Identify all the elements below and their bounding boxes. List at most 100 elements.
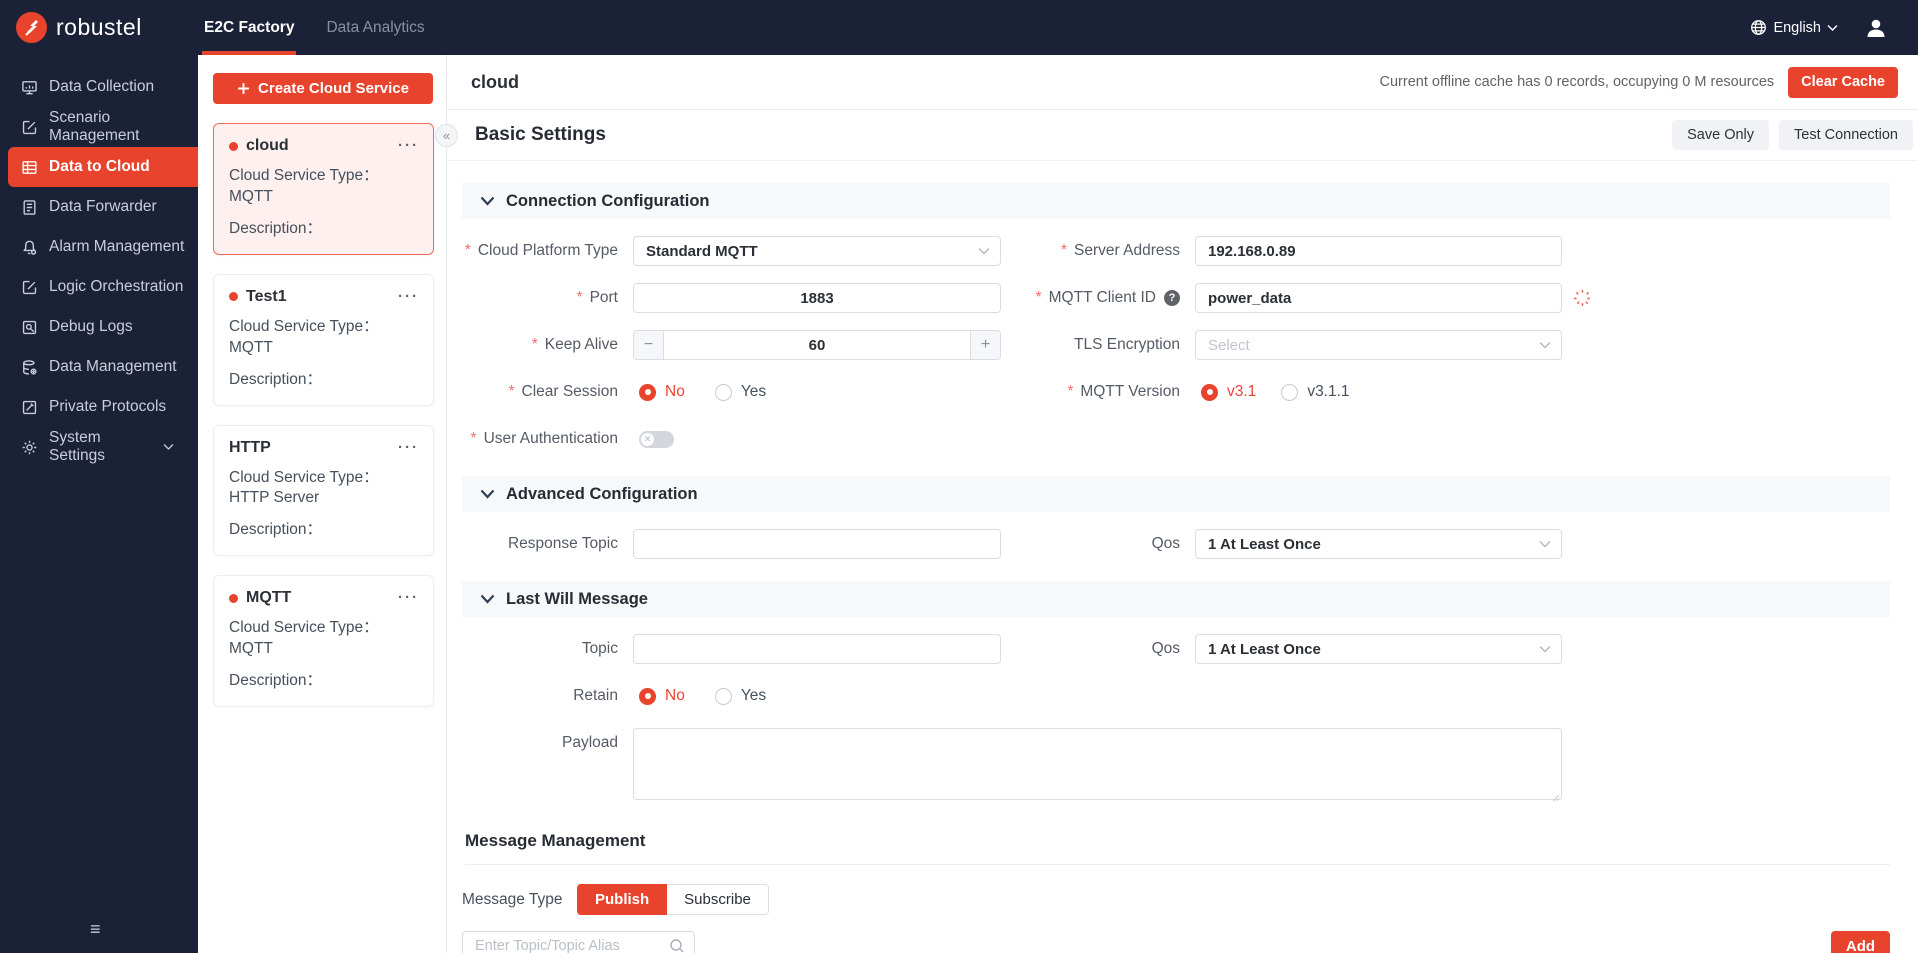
service-card-http[interactable]: HTTP ··· Cloud Service Type： HTTP Server… bbox=[213, 424, 434, 557]
clear-session-radio-group: No Yes bbox=[633, 383, 1001, 401]
section-last-will-message[interactable]: Last Will Message bbox=[462, 581, 1890, 617]
tab-data-analytics[interactable]: Data Analytics bbox=[324, 0, 426, 55]
panel-collapse-button[interactable]: « bbox=[435, 124, 458, 147]
status-dot bbox=[229, 292, 238, 302]
chevron-down-icon bbox=[978, 247, 990, 255]
sidebar-item-data-to-cloud[interactable]: Data to Cloud bbox=[8, 147, 198, 187]
search-icon bbox=[670, 939, 684, 953]
port-input[interactable] bbox=[633, 283, 1001, 313]
add-button[interactable]: Add bbox=[1831, 931, 1890, 953]
save-only-button[interactable]: Save Only bbox=[1672, 120, 1770, 150]
service-card-test1[interactable]: Test1 ··· Cloud Service Type： MQTT Descr… bbox=[213, 273, 434, 406]
service-card-cloud[interactable]: cloud ··· Cloud Service Type： MQTT Descr… bbox=[213, 123, 434, 255]
retain-radio-group: No Yes bbox=[633, 687, 1001, 705]
last-will-qos-select[interactable]: 1 At Least Once bbox=[1195, 634, 1562, 664]
topic-search-input[interactable] bbox=[462, 931, 695, 953]
section-connection-configuration[interactable]: Connection Configuration bbox=[462, 183, 1890, 219]
create-cloud-service-button[interactable]: Create Cloud Service bbox=[213, 73, 433, 104]
payload-label: Payload bbox=[561, 734, 618, 751]
publish-tab[interactable]: Publish bbox=[577, 884, 668, 915]
keep-alive-input[interactable] bbox=[664, 331, 970, 359]
message-type-label: Message Type bbox=[462, 890, 563, 908]
collapse-menu-icon[interactable]: ≡ bbox=[90, 919, 101, 940]
test-connection-button[interactable]: Test Connection bbox=[1779, 120, 1913, 150]
sidebar-item-data-management[interactable]: Data Management bbox=[0, 347, 198, 387]
sidebar-item-private-protocols[interactable]: Private Protocols bbox=[0, 387, 198, 427]
topic-input[interactable] bbox=[633, 634, 1001, 664]
scenario-management-icon bbox=[22, 120, 37, 134]
payload-textarea[interactable] bbox=[633, 728, 1562, 800]
chevron-down-icon bbox=[1539, 540, 1551, 548]
clear-session-label: Clear Session bbox=[521, 383, 619, 400]
logic-orchestration-icon bbox=[22, 280, 37, 294]
server-address-input[interactable] bbox=[1195, 236, 1562, 266]
alarm-management-icon bbox=[23, 240, 37, 255]
data-forwarder-icon bbox=[23, 199, 36, 215]
chevron-down-icon bbox=[480, 196, 495, 206]
card-more-icon[interactable]: ··· bbox=[398, 590, 419, 605]
service-type-value: MQTT bbox=[229, 338, 273, 356]
language-label: English bbox=[1773, 19, 1821, 36]
tls-encryption-label: TLS Encryption bbox=[1074, 336, 1180, 353]
retain-label: Retain bbox=[573, 687, 618, 704]
clear-session-option-yes[interactable]: Yes bbox=[714, 383, 766, 401]
service-type-value: MQTT bbox=[229, 640, 273, 658]
response-topic-input[interactable] bbox=[633, 529, 1001, 559]
top-nav: robustel E2C Factory Data Analytics Engl… bbox=[0, 0, 1918, 55]
sidebar-item-data-forwarder[interactable]: Data Forwarder bbox=[0, 187, 198, 227]
tab-e2c-factory[interactable]: E2C Factory bbox=[202, 0, 297, 55]
status-dot bbox=[229, 593, 238, 603]
qos-select[interactable]: 1 At Least Once bbox=[1195, 529, 1562, 559]
service-type-label: Cloud Service Type： bbox=[229, 167, 379, 184]
clear-cache-button[interactable]: Clear Cache bbox=[1788, 66, 1898, 98]
tls-encryption-select[interactable]: Select bbox=[1195, 330, 1562, 360]
service-name: cloud bbox=[246, 137, 289, 154]
system-settings-icon bbox=[22, 440, 37, 454]
service-description-label: Description： bbox=[229, 219, 323, 237]
sidebar-item-debug-logs[interactable]: Debug Logs bbox=[0, 307, 198, 347]
robustel-logo-icon bbox=[16, 12, 47, 43]
brand-name: robustel bbox=[56, 14, 142, 40]
stepper-plus-button[interactable]: + bbox=[970, 331, 1000, 359]
qos-label: Qos bbox=[1151, 535, 1180, 552]
question-circle-icon[interactable]: ? bbox=[1164, 290, 1180, 306]
mqtt-version-option-v31[interactable]: v3.1 bbox=[1201, 383, 1256, 401]
retain-option-no[interactable]: No bbox=[639, 687, 685, 705]
subscribe-tab[interactable]: Subscribe bbox=[667, 884, 769, 915]
service-card-mqtt[interactable]: MQTT ··· Cloud Service Type： MQTT Descri… bbox=[213, 575, 434, 708]
sidebar-item-logic-orchestration[interactable]: Logic Orchestration bbox=[0, 267, 198, 307]
mqtt-version-option-v311[interactable]: v3.1.1 bbox=[1281, 383, 1350, 401]
user-avatar-icon[interactable] bbox=[1864, 16, 1888, 40]
card-more-icon[interactable]: ··· bbox=[398, 440, 419, 455]
sidebar-item-scenario-management[interactable]: Scenario Management bbox=[0, 107, 198, 147]
sidebar-item-data-collection[interactable]: Data Collection bbox=[0, 67, 198, 107]
mqtt-client-id-input[interactable] bbox=[1195, 283, 1562, 313]
chevron-down-icon bbox=[1827, 24, 1838, 31]
sidebar-item-system-settings[interactable]: System Settings bbox=[0, 427, 198, 467]
chevron-down-icon bbox=[480, 489, 495, 499]
debug-logs-icon bbox=[22, 320, 37, 334]
sparkle-generate-icon[interactable] bbox=[1573, 289, 1592, 308]
stepper-minus-button[interactable]: − bbox=[634, 331, 664, 359]
service-description-label: Description： bbox=[229, 672, 323, 690]
data-management-icon bbox=[23, 359, 37, 375]
server-address-label: Server Address bbox=[1074, 242, 1180, 259]
retain-option-yes[interactable]: Yes bbox=[714, 687, 766, 705]
brand-logo: robustel bbox=[0, 12, 198, 43]
status-dot bbox=[229, 141, 238, 151]
section-advanced-configuration[interactable]: Advanced Configuration bbox=[462, 476, 1890, 512]
language-selector[interactable]: English bbox=[1750, 19, 1838, 36]
topic-label: Topic bbox=[581, 640, 618, 657]
card-more-icon[interactable]: ··· bbox=[398, 138, 419, 153]
cloud-platform-type-select[interactable]: Standard MQTT bbox=[633, 236, 1001, 266]
mqtt-version-label: MQTT Version bbox=[1080, 383, 1180, 400]
chevron-down-icon bbox=[163, 444, 174, 450]
sidebar-item-alarm-management[interactable]: Alarm Management bbox=[0, 227, 198, 267]
service-name: Test1 bbox=[246, 287, 287, 305]
user-authentication-toggle[interactable]: ✕ bbox=[639, 430, 674, 448]
cloud-service-panel: Create Cloud Service cloud ··· Cloud Ser… bbox=[198, 55, 447, 953]
service-type-label: Cloud Service Type： bbox=[229, 468, 379, 486]
clear-session-option-no[interactable]: No bbox=[639, 383, 685, 401]
card-more-icon[interactable]: ··· bbox=[398, 289, 419, 304]
message-type-segment: Publish Subscribe bbox=[577, 884, 769, 915]
